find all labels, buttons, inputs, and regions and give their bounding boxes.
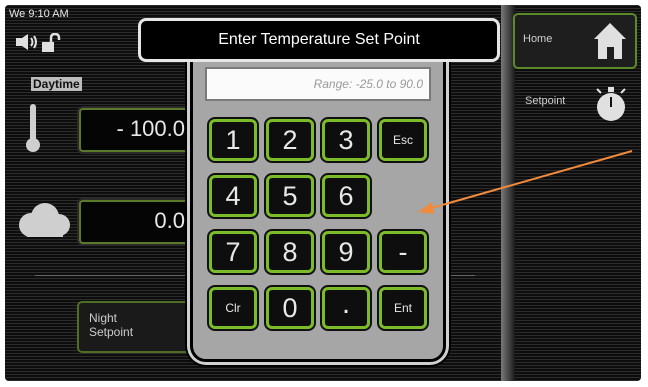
annotation-arrow [418, 150, 633, 214]
